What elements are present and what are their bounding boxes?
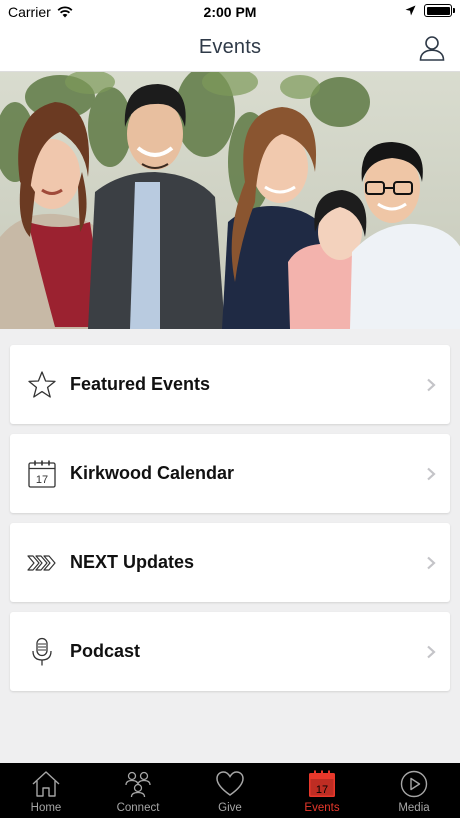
profile-icon[interactable] <box>418 34 446 62</box>
menu-item-kirkwood-calendar[interactable]: 17 Kirkwood Calendar <box>10 434 450 513</box>
heart-icon <box>216 771 244 796</box>
tab-label: Home <box>30 802 62 814</box>
menu-item-label: Featured Events <box>70 374 211 394</box>
chevron-right-icon <box>427 556 436 570</box>
menu-item-featured-events[interactable]: Featured Events <box>10 345 450 424</box>
chevron-right-icon <box>427 467 436 481</box>
menu-item-label: Kirkwood Calendar <box>70 463 235 483</box>
menu-item-label: NEXT Updates <box>70 552 195 572</box>
tab-bar: Home Connect Give 17 Events Media <box>0 763 460 818</box>
battery-icon <box>424 4 455 17</box>
calendar-date-label: 17 <box>316 784 328 796</box>
events-menu: Featured Events 17 Kirkwood Calendar NEX… <box>10 345 450 701</box>
play-icon <box>400 770 428 798</box>
tab-media[interactable]: Media <box>368 763 460 818</box>
calendar-icon: 17 <box>28 460 56 488</box>
tab-label: Events <box>304 802 340 814</box>
calendar-icon: 17 <box>309 770 335 797</box>
tab-events[interactable]: 17 Events <box>276 763 368 818</box>
navigation-bar: Events <box>0 24 460 72</box>
status-time: 2:00 PM <box>203 4 257 20</box>
tab-label: Media <box>398 802 430 814</box>
status-right <box>405 4 455 17</box>
people-icon <box>125 771 151 798</box>
chevron-right-icon <box>427 645 436 659</box>
chevron-right-icon <box>427 378 436 392</box>
tab-connect[interactable]: Connect <box>92 763 184 818</box>
calendar-date-label: 17 <box>36 474 48 486</box>
family-photo-image <box>0 72 460 329</box>
star-icon <box>28 371 56 398</box>
home-icon <box>32 771 60 797</box>
chevrons-icon <box>27 555 56 571</box>
status-bar: Carrier 2:00 PM <box>0 0 460 24</box>
microphone-icon <box>32 637 52 666</box>
menu-item-next-updates[interactable]: NEXT Updates <box>10 523 450 602</box>
menu-item-podcast[interactable]: Podcast <box>10 612 450 691</box>
hero-photo <box>0 72 460 329</box>
tab-label: Connect <box>116 802 160 814</box>
page-title: Events <box>198 36 262 58</box>
location-arrow-icon <box>405 5 416 16</box>
menu-item-label: Podcast <box>70 641 141 661</box>
tab-home[interactable]: Home <box>0 763 92 818</box>
tab-give[interactable]: Give <box>184 763 276 818</box>
tab-label: Give <box>218 802 242 814</box>
